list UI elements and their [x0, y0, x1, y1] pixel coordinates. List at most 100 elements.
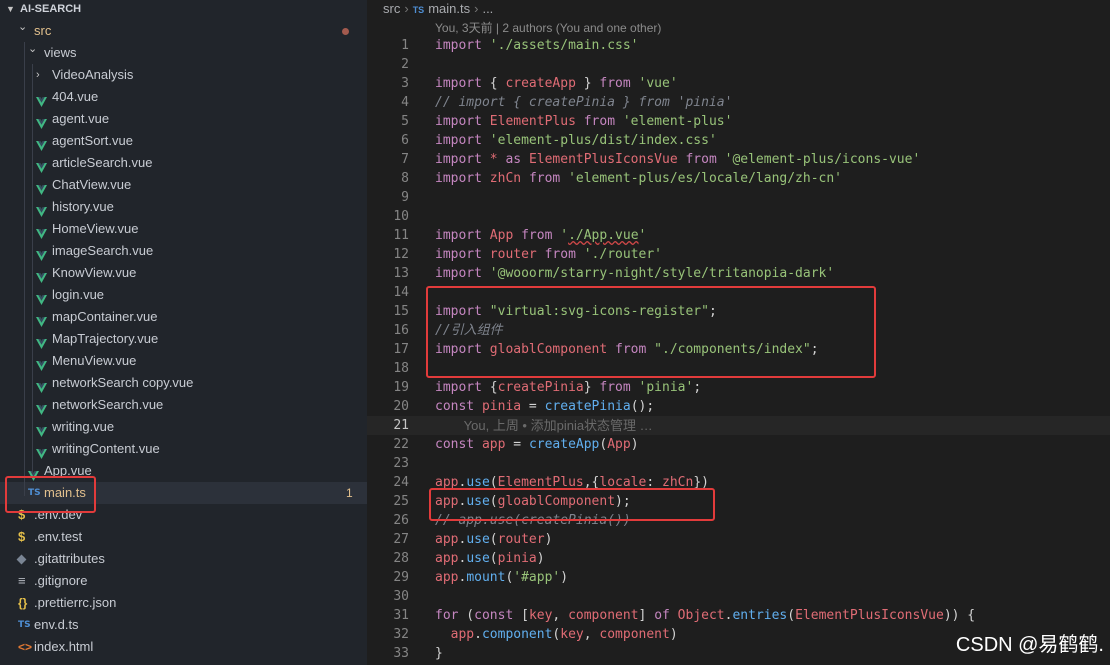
- tree-file[interactable]: KnowView.vue: [0, 262, 367, 284]
- tree-file[interactable]: writing.vue: [0, 416, 367, 438]
- vue-file-icon: [28, 466, 39, 481]
- tree-file[interactable]: 404.vue: [0, 86, 367, 108]
- tree-file[interactable]: ≡ .gitignore: [0, 570, 367, 592]
- line-number: 21: [393, 418, 409, 433]
- code-token: 'pinia': [638, 380, 694, 395]
- tree-file[interactable]: login.vue: [0, 284, 367, 306]
- code-line[interactable]: 27 app.use(router): [367, 530, 1110, 549]
- tree-file[interactable]: {} .prettierrc.json: [0, 592, 367, 614]
- line-number: 19: [393, 380, 409, 395]
- code-line[interactable]: 5 import ElementPlus from 'element-plus': [367, 112, 1110, 131]
- tree-folder[interactable]: ⌄ views: [0, 42, 367, 64]
- tree-file[interactable]: MenuView.vue: [0, 350, 367, 372]
- code-line[interactable]: 31 for (const [key, component] of Object.…: [367, 606, 1110, 625]
- tree-item-label: .gitattributes: [34, 551, 105, 566]
- code-token: '@element-plus/icons-vue': [724, 152, 921, 167]
- code-token: =: [505, 437, 529, 452]
- code-token: }: [575, 76, 600, 91]
- line-number: 33: [393, 646, 409, 661]
- code-token: Object: [677, 608, 725, 623]
- code-token: for: [435, 608, 459, 623]
- code-line[interactable]: 21 You, 上周 • 添加pinia状态管理 …: [367, 416, 1110, 435]
- code-line[interactable]: 19 import {createPinia} from 'pinia';: [367, 378, 1110, 397]
- code-token: key: [560, 627, 584, 642]
- line-number: 12: [393, 247, 409, 262]
- code-token: app: [435, 532, 459, 547]
- git-codelens[interactable]: You, 3天前 | 2 authors (You and one other): [435, 19, 661, 36]
- code-line[interactable]: 28 app.use(pinia): [367, 549, 1110, 568]
- line-number: 22: [393, 437, 409, 452]
- tree-file[interactable]: ChatView.vue: [0, 174, 367, 196]
- code-line[interactable]: 8 import zhCn from 'element-plus/es/local…: [367, 169, 1110, 188]
- code-text: app.mount('#app'): [435, 568, 568, 587]
- code-line[interactable]: 13 import '@wooorm/starry-night/style/tri…: [367, 264, 1110, 283]
- tree-file[interactable]: networkSearch copy.vue: [0, 372, 367, 394]
- tree-file[interactable]: .gitattributes: [0, 548, 367, 570]
- vue-file-icon: [36, 202, 47, 217]
- code-token: ): [630, 437, 639, 452]
- code-line[interactable]: 11 import App from './App.vue': [367, 226, 1110, 245]
- tree-folder[interactable]: ⌄ src: [0, 20, 367, 42]
- tree-item-label: networkSearch copy.vue: [52, 375, 194, 390]
- tree-file[interactable]: agentSort.vue: [0, 130, 367, 152]
- tree-item-label: history.vue: [52, 199, 114, 214]
- code-token: import: [435, 228, 482, 243]
- tree-file[interactable]: agent.vue: [0, 108, 367, 130]
- tree-file[interactable]: writingContent.vue: [0, 438, 367, 460]
- code-line[interactable]: 20 const pinia = createPinia();: [367, 397, 1110, 416]
- code-line[interactable]: 6 import 'element-plus/dist/index.css': [367, 131, 1110, 150]
- tree-file[interactable]: <> index.html: [0, 636, 367, 658]
- breadcrumb-folder[interactable]: src: [383, 1, 400, 16]
- code-token: import: [435, 38, 482, 53]
- vue-file-icon: [36, 422, 47, 437]
- tree-file[interactable]: HomeView.vue: [0, 218, 367, 240]
- line-number: 30: [393, 589, 409, 604]
- tree-file[interactable]: MapTrajectory.vue: [0, 328, 367, 350]
- breadcrumb-more[interactable]: ...: [482, 1, 493, 16]
- code-token: ): [669, 627, 678, 642]
- line-number: 24: [393, 475, 409, 490]
- code-text: import 'element-plus/dist/index.css': [435, 131, 717, 150]
- code-line[interactable]: 29 app.mount('#app'): [367, 568, 1110, 587]
- breadcrumb-file[interactable]: main.ts: [428, 1, 470, 16]
- code-line[interactable]: 23: [367, 454, 1110, 473]
- code-token: of: [654, 608, 670, 623]
- code-text: import * as ElementPlusIconsVue from '@e…: [435, 150, 920, 169]
- code-text: }: [435, 644, 443, 663]
- tree-file[interactable]: articleSearch.vue: [0, 152, 367, 174]
- code-line[interactable]: 4 // import { createPinia } from 'pinia': [367, 93, 1110, 112]
- code-token: .: [474, 627, 482, 642]
- tree-file[interactable]: imageSearch.vue: [0, 240, 367, 262]
- tree-file[interactable]: mapContainer.vue: [0, 306, 367, 328]
- vue-file-icon: [36, 114, 47, 129]
- code-line[interactable]: 9: [367, 188, 1110, 207]
- code-line[interactable]: 10: [367, 207, 1110, 226]
- code-line[interactable]: 3 import { createApp } from 'vue': [367, 74, 1110, 93]
- code-token: [: [513, 608, 529, 623]
- tree-file[interactable]: history.vue: [0, 196, 367, 218]
- code-text: const app = createApp(App): [435, 435, 639, 454]
- code-line[interactable]: 12 import router from './router': [367, 245, 1110, 264]
- tree-folder[interactable]: › VideoAnalysis: [0, 64, 367, 86]
- chevron-down-icon[interactable]: ▼: [6, 0, 15, 18]
- code-token: createApp: [528, 437, 600, 452]
- code-line[interactable]: 7 import * as ElementPlusIconsVue from '@…: [367, 150, 1110, 169]
- explorer-project-header[interactable]: ▼ AI-SEARCH: [0, 0, 367, 18]
- code-line[interactable]: 1 import './assets/main.css': [367, 36, 1110, 55]
- tree-item-label: MapTrajectory.vue: [52, 331, 159, 346]
- code-line[interactable]: 2: [367, 55, 1110, 74]
- code-text: import router from './router': [435, 245, 662, 264]
- code-line[interactable]: 30: [367, 587, 1110, 606]
- code-line[interactable]: 22 const app = createApp(App): [367, 435, 1110, 454]
- tree-file[interactable]: TS env.d.ts: [0, 614, 367, 636]
- tree-file[interactable]: $ .env.test: [0, 526, 367, 548]
- code-token: (: [787, 608, 796, 623]
- tree-file[interactable]: networkSearch.vue: [0, 394, 367, 416]
- typescript-file-icon: TS: [412, 5, 425, 15]
